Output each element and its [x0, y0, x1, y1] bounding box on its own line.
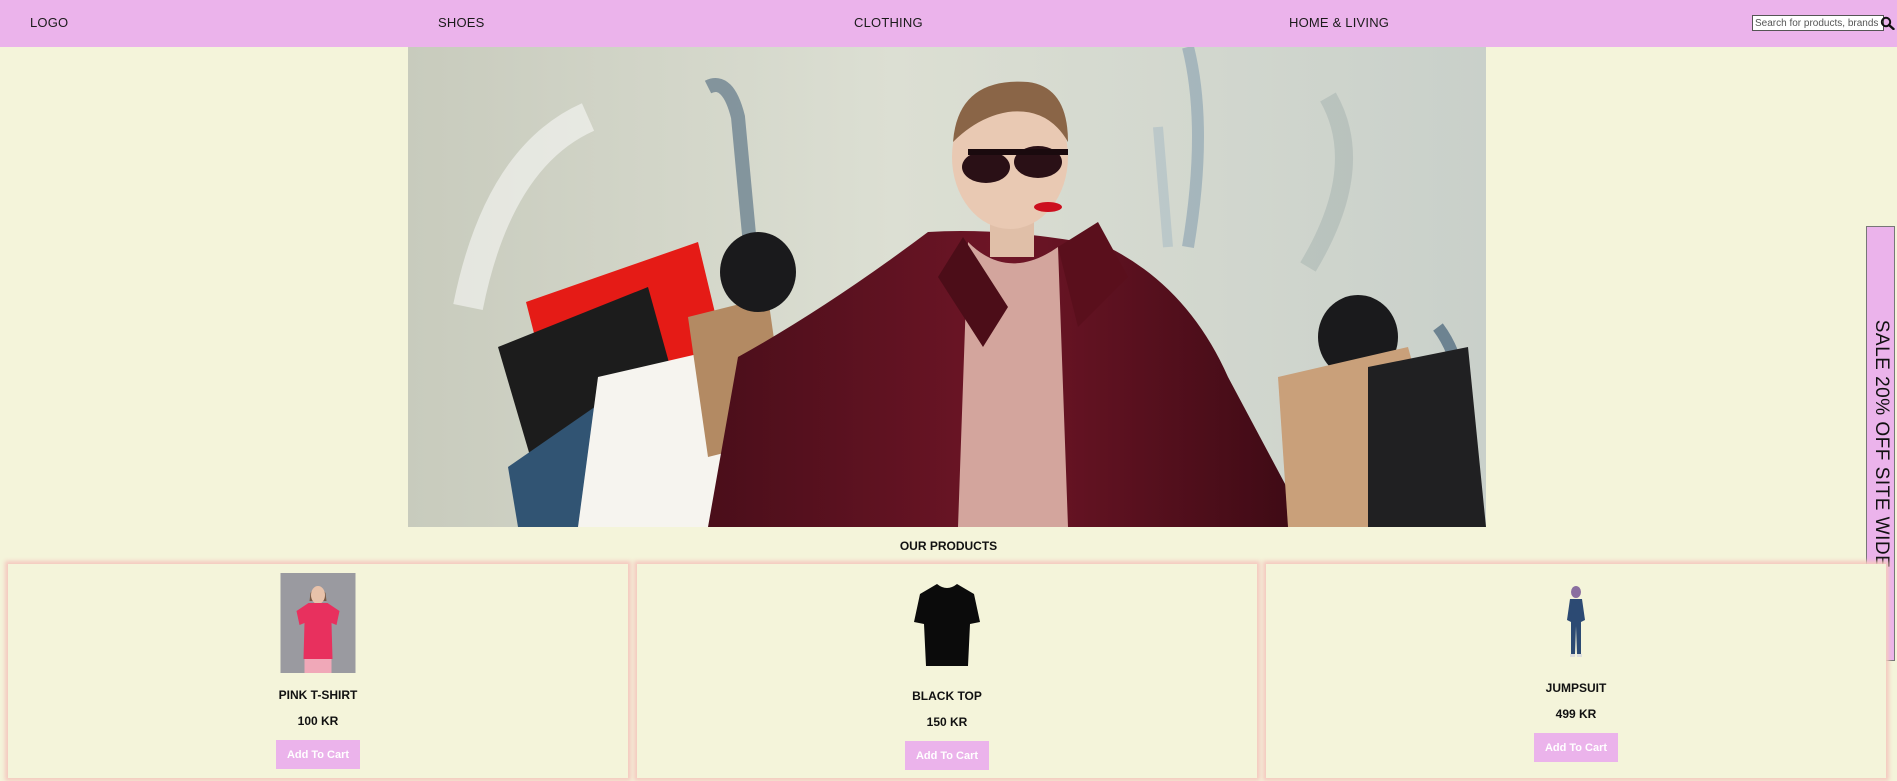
nav-item-shoes[interactable]: SHOES: [438, 15, 485, 30]
add-to-cart-button[interactable]: Add To Cart: [905, 741, 989, 770]
product-image-jumpsuit[interactable]: [1561, 584, 1591, 658]
logo[interactable]: LOGO: [30, 15, 68, 30]
product-price: 100 KR: [297, 714, 339, 728]
nav-item-clothing[interactable]: CLOTHING: [854, 15, 923, 30]
product-image-pink-tshirt[interactable]: [280, 573, 356, 673]
add-to-cart-button[interactable]: Add To Cart: [276, 740, 360, 769]
add-to-cart-button[interactable]: Add To Cart: [1534, 733, 1618, 762]
top-navbar: LOGO SHOES CLOTHING HOME & LIVING: [0, 0, 1897, 47]
hero-carousel: [408, 47, 1486, 527]
product-card: PINK T-SHIRT 100 KR Add To Cart: [8, 564, 628, 778]
product-image-black-top[interactable]: [912, 582, 982, 668]
product-name: JUMPSUIT: [1545, 681, 1607, 695]
product-name: BLACK TOP: [912, 689, 982, 703]
nav-item-home-living[interactable]: HOME & LIVING: [1289, 15, 1389, 30]
search-input[interactable]: [1752, 15, 1884, 31]
product-card: BLACK TOP 150 KR Add To Cart: [637, 564, 1257, 778]
search-icon[interactable]: [1880, 16, 1895, 30]
product-price: 150 KR: [926, 715, 968, 729]
product-name: PINK T-SHIRT: [278, 688, 358, 702]
sale-tab-label: SALE 20% OFF SITE WIDE: [1870, 319, 1892, 568]
product-card: JUMPSUIT 499 KR Add To Cart: [1266, 564, 1886, 778]
product-price: 499 KR: [1555, 707, 1597, 721]
products-section-title: OUR PRODUCTS: [899, 539, 998, 553]
hero-image: [408, 47, 1486, 527]
